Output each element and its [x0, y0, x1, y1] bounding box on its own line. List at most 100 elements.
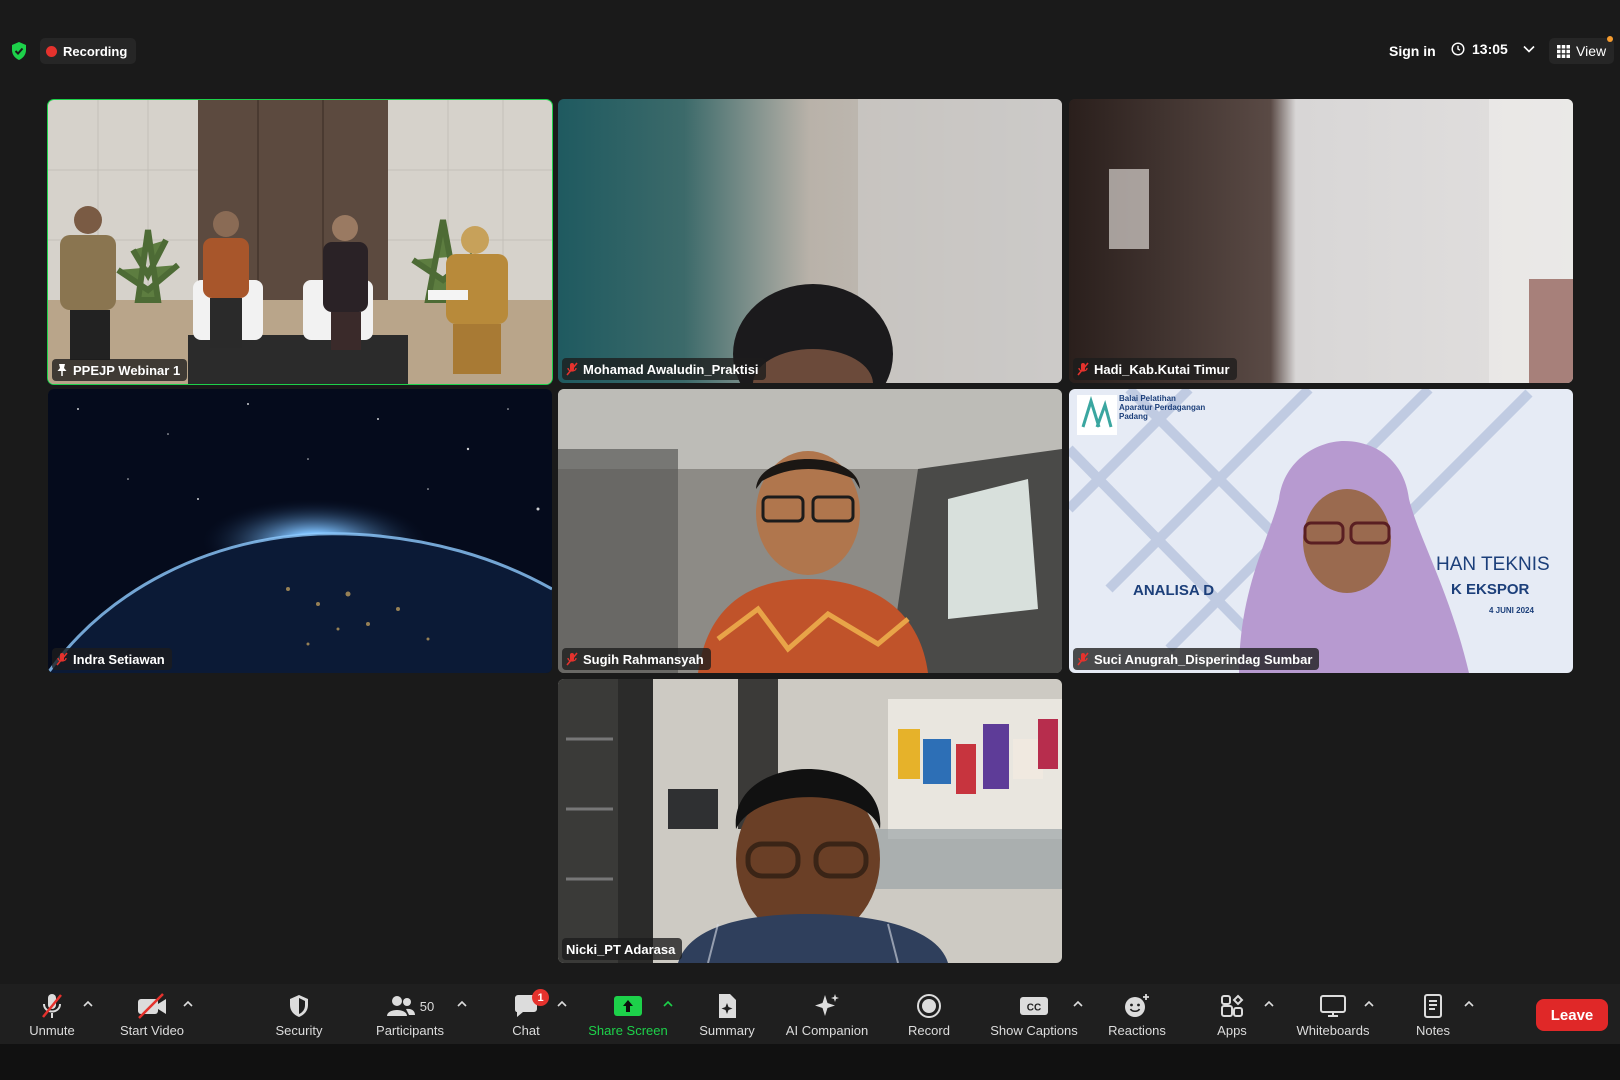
share-screen-icon [614, 996, 642, 1016]
participant-name-tag: PPEJP Webinar 1 [52, 359, 188, 381]
chat-options-caret-icon[interactable] [556, 998, 568, 1010]
muted-mic-icon [1077, 652, 1089, 666]
video-tile-nicki-pt-adarasa[interactable]: Nicki_PT Adarasa [558, 679, 1062, 963]
video-tile-mohamad-awaludin[interactable]: Mohamad Awaludin_Praktisi [558, 99, 1062, 383]
start-video-button[interactable]: Start Video [114, 984, 190, 1044]
record-icon [917, 994, 941, 1018]
slide-text-left: ANALISA D [1133, 582, 1214, 599]
whiteboards-options-caret-icon[interactable] [1363, 998, 1375, 1010]
video-tile-suci-anugrah[interactable]: Balai Pelatihan Aparatur Perdagangan Pad… [1069, 389, 1573, 673]
sign-in-link[interactable]: Sign in [1389, 43, 1436, 59]
share-screen-button[interactable]: Share Screen [584, 984, 672, 1044]
top-bar: Recording Sign in 13:05 View [0, 0, 1620, 96]
captions-options-caret-icon[interactable] [1072, 998, 1084, 1010]
record-button[interactable]: Record [902, 984, 956, 1044]
whiteboards-button[interactable]: Whiteboards [1290, 984, 1376, 1044]
reactions-label: Reactions [1108, 1023, 1166, 1038]
encryption-shield-icon[interactable] [10, 41, 28, 61]
smiley-add-icon [1125, 994, 1149, 1017]
ai-companion-button[interactable]: AI Companion [780, 984, 874, 1044]
video-tile-ppejp-webinar-1[interactable]: PPEJP Webinar 1 [47, 99, 553, 385]
participants-button[interactable]: 50 Participants [370, 984, 450, 1044]
security-shield-icon [290, 995, 308, 1017]
bottom-strip [0, 1044, 1620, 1080]
recording-label: Recording [63, 43, 128, 59]
participants-options-caret-icon[interactable] [456, 998, 468, 1010]
notes-icon [1424, 994, 1442, 1018]
view-label: View [1576, 43, 1607, 59]
closed-captions-icon: CC [1020, 997, 1048, 1015]
whiteboards-label: Whiteboards [1296, 1023, 1370, 1038]
meeting-toolbar: Unmute Start Video Security 50 Participa… [0, 984, 1620, 1044]
recording-indicator[interactable]: Recording [40, 38, 137, 64]
unmute-button[interactable]: Unmute [24, 984, 80, 1044]
slide-text-right-3: 4 JUNI 2024 [1489, 606, 1534, 615]
participant-name-tag: Suci Anugrah_Disperindag Sumbar [1073, 648, 1320, 670]
video-tile-sugih-rahmansyah[interactable]: Sugih Rahmansyah [558, 389, 1062, 673]
participant-name-tag: Sugih Rahmansyah [562, 648, 711, 670]
whiteboard-icon [1320, 995, 1346, 1017]
video-feed-image [558, 99, 1062, 383]
ai-companion-label: AI Companion [785, 1023, 869, 1038]
view-button[interactable]: View [1549, 36, 1615, 64]
recording-dot-icon [46, 45, 57, 57]
clock-icon [1451, 42, 1465, 56]
unmute-label: Unmute [29, 1023, 75, 1038]
apps-icon [1221, 994, 1244, 1017]
muted-mic-icon [56, 652, 68, 666]
participants-label: Participants [376, 1023, 444, 1038]
zoom-meeting-window: { "topbar": { "recording_label": "Record… [0, 0, 1620, 1080]
participant-name: Indra Setiawan [73, 651, 165, 667]
participant-name-tag: Nicki_PT Adarasa [562, 938, 683, 960]
earth-from-space-background [48, 389, 552, 673]
muted-mic-icon [566, 652, 578, 666]
video-tile-indra-setiawan[interactable]: Indra Setiawan [48, 389, 552, 673]
muted-mic-icon [42, 994, 62, 1018]
leave-button[interactable]: Leave [1536, 999, 1608, 1031]
chat-unread-badge: 1 [532, 989, 549, 1006]
muted-mic-icon [566, 362, 578, 376]
reactions-button[interactable]: Reactions [1104, 984, 1170, 1044]
slide-text-right-1: HAN TEKNIS [1436, 554, 1550, 575]
clock-time: 13:05 [1472, 41, 1508, 57]
video-feed-image [1069, 99, 1573, 383]
summary-label: Summary [699, 1023, 755, 1038]
participant-name-tag: Indra Setiawan [52, 648, 172, 670]
start-video-label: Start Video [119, 1023, 185, 1038]
security-button[interactable]: Security [268, 984, 330, 1044]
muted-mic-icon [1077, 362, 1089, 376]
slide-text-right-2: K EKSPOR [1451, 581, 1530, 598]
security-label: Security [275, 1023, 323, 1038]
svg-text:CC: CC [1027, 1003, 1041, 1014]
grid-icon [1557, 44, 1570, 58]
apps-options-caret-icon[interactable] [1263, 998, 1275, 1010]
chat-button[interactable]: 1 Chat [508, 984, 549, 1044]
notification-dot [1607, 36, 1614, 42]
video-options-caret-icon[interactable] [182, 998, 194, 1010]
participant-name: Suci Anugrah_Disperindag Sumbar [1094, 651, 1313, 667]
virtual-background-slide: Balai Pelatihan Aparatur Perdagangan Pad… [1069, 389, 1573, 673]
video-off-icon [138, 993, 166, 1019]
meeting-clock[interactable]: 13:05 [1451, 41, 1535, 57]
share-options-caret-icon[interactable] [662, 998, 674, 1010]
participant-name: Sugih Rahmansyah [583, 651, 704, 667]
apps-button[interactable]: Apps [1214, 984, 1250, 1044]
video-tile-hadi-kutai-timur[interactable]: Hadi_Kab.Kutai Timur [1069, 99, 1573, 383]
notes-options-caret-icon[interactable] [1463, 998, 1475, 1010]
summary-button[interactable]: Summary [694, 984, 760, 1044]
participant-name: Hadi_Kab.Kutai Timur [1094, 361, 1230, 377]
notes-button[interactable]: Notes [1410, 984, 1456, 1044]
summary-document-icon [719, 994, 736, 1018]
audio-options-caret-icon[interactable] [82, 998, 94, 1010]
participant-name-tag: Mohamad Awaludin_Praktisi [562, 358, 766, 380]
slide-org-line3: Padang [1119, 412, 1148, 421]
share-screen-label: Share Screen [588, 1023, 668, 1038]
participants-count: 50 [419, 998, 435, 1014]
participant-name-tag: Hadi_Kab.Kutai Timur [1073, 358, 1237, 380]
show-captions-button[interactable]: CC Show Captions [984, 984, 1084, 1044]
apps-label: Apps [1217, 1023, 1247, 1038]
notes-label: Notes [1416, 1023, 1450, 1038]
participants-icon [386, 996, 415, 1016]
video-feed-image [48, 100, 552, 384]
participant-name: Mohamad Awaludin_Praktisi [583, 361, 759, 377]
